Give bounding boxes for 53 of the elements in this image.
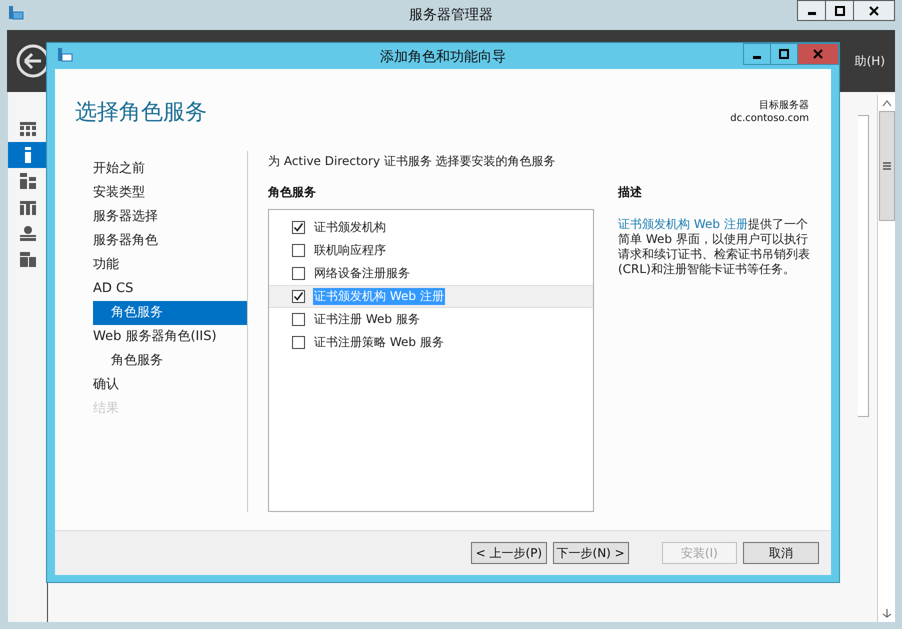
step-item[interactable]: 服务器角色	[93, 229, 247, 253]
app-icon	[8, 5, 24, 21]
checkbox[interactable]	[292, 221, 305, 234]
role-service-row[interactable]: 证书注册策略 Web 服务	[269, 331, 593, 354]
instruction-text: 为 Active Directory 证书服务 选择要安装的角色服务	[268, 153, 557, 170]
scroll-up-icon[interactable]	[882, 99, 892, 107]
target-server: dc.contoso.com	[730, 112, 809, 125]
window-title: 服务器管理器	[409, 6, 493, 24]
description-text: 证书颁发机构 Web 注册提供了一个简单 Web 界面，以使用户可以执行请求和续订证书、检索证书吊销列表(CRL)和注册智能卡证书等任务。	[618, 217, 811, 277]
target-server-label: 目标服务器	[759, 99, 809, 112]
page-heading: 选择角色服务	[75, 99, 207, 127]
step-item[interactable]: 角色服务	[93, 301, 247, 325]
scroll-thumb[interactable]	[878, 111, 894, 221]
close-icon	[869, 6, 879, 16]
step-item[interactable]: Web 服务器角色(IIS)	[93, 325, 247, 349]
role-service-row[interactable]: 网络设备注册服务	[269, 262, 593, 285]
list-heading: 角色服务	[268, 184, 317, 201]
checkbox[interactable]	[292, 267, 305, 280]
minimize-icon	[808, 12, 816, 15]
role-link[interactable]: 证书颁发机构 Web 注册	[618, 217, 748, 231]
maximize-button[interactable]	[770, 43, 798, 65]
wizard-button[interactable]: < 上一步(P)	[471, 542, 547, 564]
scroll-down-icon[interactable]	[882, 608, 892, 618]
close-button[interactable]	[853, 0, 895, 21]
step-item[interactable]: 服务器选择	[93, 205, 247, 229]
step-item[interactable]: 功能	[93, 253, 247, 277]
checkbox[interactable]	[292, 290, 305, 303]
role-service-row[interactable]: 联机响应程序	[269, 239, 593, 262]
dialog-title: 添加角色和功能向导	[380, 48, 506, 66]
description-heading: 描述	[618, 184, 643, 201]
role-service-row[interactable]: 证书注册 Web 服务	[269, 308, 593, 331]
maximize-button[interactable]	[825, 0, 854, 21]
step-item[interactable]: 确认	[93, 373, 247, 397]
close-icon	[813, 49, 823, 59]
step-item[interactable]: 角色服务	[93, 349, 247, 373]
step-item[interactable]: AD CS	[93, 277, 247, 301]
maximize-icon	[834, 6, 844, 16]
checkbox[interactable]	[292, 336, 305, 349]
step-item[interactable]: 安装类型	[93, 181, 247, 205]
checkbox[interactable]	[292, 313, 305, 326]
wizard-button[interactable]: 取消	[743, 542, 819, 564]
checkbox[interactable]	[292, 244, 305, 257]
help-menu[interactable]: 助(H)	[854, 52, 885, 70]
minimize-button[interactable]	[743, 43, 771, 65]
wizard-button[interactable]: 下一步(N) >	[552, 542, 628, 564]
minimize-button[interactable]	[797, 0, 826, 21]
scrollbar[interactable]	[877, 95, 895, 622]
app-icon	[57, 47, 73, 63]
role-service-row[interactable]: 证书颁发机构	[269, 216, 593, 239]
minimize-icon	[753, 56, 761, 58]
nav-icon[interactable]	[8, 142, 47, 168]
step-item[interactable]: 开始之前	[93, 157, 247, 181]
maximize-icon	[779, 49, 789, 59]
